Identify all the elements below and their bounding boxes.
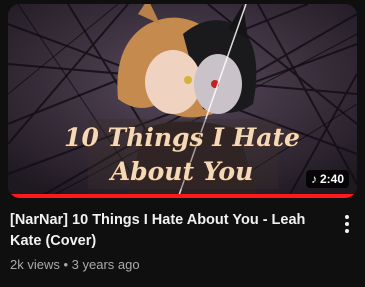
duration-badge: ♪ 2:40 xyxy=(305,170,349,188)
kebab-dot xyxy=(345,222,349,226)
more-vertical-icon[interactable] xyxy=(337,212,357,236)
video-thumbnail[interactable]: 10 Things I Hate About You ♪ 2:40 xyxy=(8,4,357,198)
meta-separator: • xyxy=(63,257,69,272)
video-metadata: 2k views • 3 years ago xyxy=(10,256,140,274)
watch-progress-fill xyxy=(8,194,357,198)
thumbnail-title-line2: About You xyxy=(109,157,254,186)
kebab-dot xyxy=(345,229,349,233)
upload-age: 3 years ago xyxy=(71,257,140,272)
thumbnail-title-line1: 10 Things I Hate xyxy=(64,123,300,152)
watch-progress-bar xyxy=(8,194,357,198)
thumbnail-artwork: 10 Things I Hate About You xyxy=(8,4,357,198)
duration-text: 2:40 xyxy=(319,172,344,186)
video-title[interactable]: [NarNar] 10 Things I Hate About You - Le… xyxy=(10,210,330,252)
music-note-icon: ♪ xyxy=(310,172,317,186)
kebab-dot xyxy=(345,215,349,219)
video-card[interactable]: 10 Things I Hate About You ♪ 2:40 [NarNa… xyxy=(0,0,365,287)
view-count: 2k views xyxy=(10,257,60,272)
